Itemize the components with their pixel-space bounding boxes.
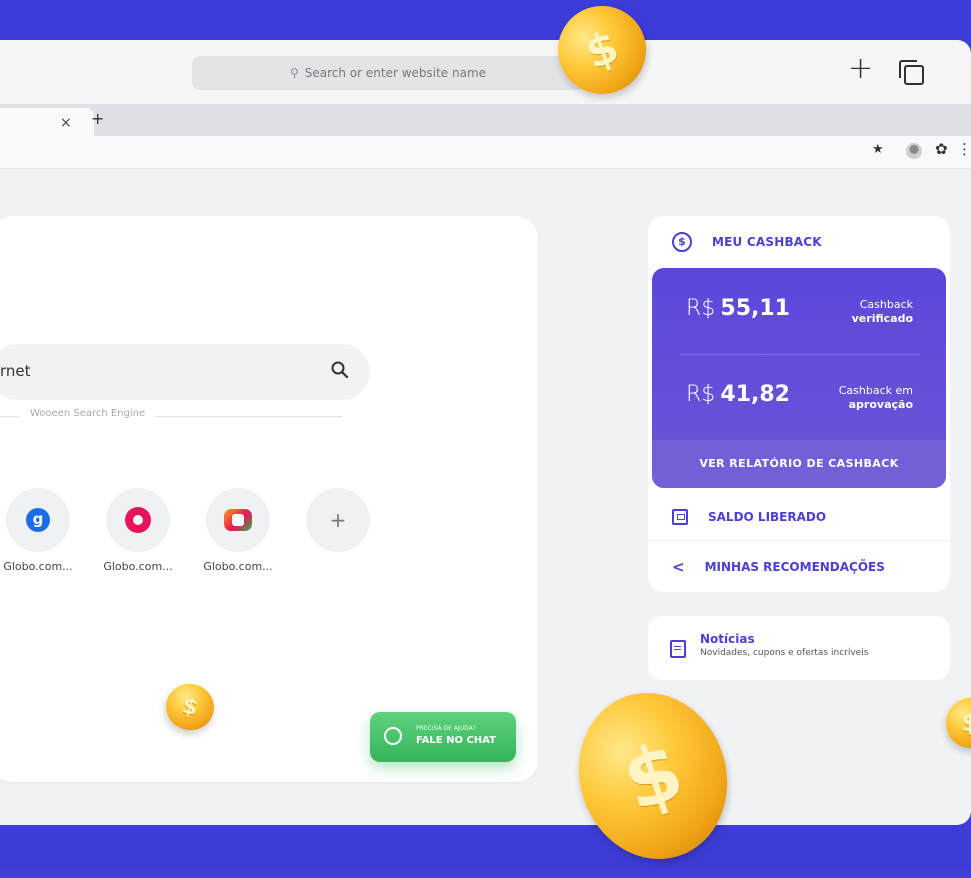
chat-label: FALE NO CHAT [416, 735, 496, 746]
shortcut-circle [206, 488, 270, 552]
chat-button[interactable]: PRECISA DE AJUDA? FALE NO CHAT [370, 712, 516, 762]
tabs-overview-icon[interactable] [899, 60, 924, 85]
cashback-summary: R$ 55,11 Cashback verificado R$ 41,82 Ca… [652, 268, 946, 488]
saldo-label: SALDO LIBERADO [708, 510, 827, 524]
shortcut-tile[interactable]: Globo.com... [98, 488, 178, 573]
menu-dots-icon[interactable]: ⋮ [957, 140, 971, 158]
shortcut-circle: + [306, 488, 370, 552]
shortcut-label: Globo.com... [203, 560, 273, 573]
tab-close-icon[interactable]: × [60, 115, 72, 131]
shortcut-label: Globo.com... [103, 560, 173, 573]
cashback-header[interactable]: $ MEU CASHBACK [672, 232, 822, 252]
shortcut-circle: g [6, 488, 70, 552]
news-subtitle: Novidades, cupons e ofertas incríveis [700, 648, 869, 658]
share-icon: < [672, 558, 685, 576]
row-divider [648, 540, 950, 541]
address-bar[interactable]: ⚲ Search or enter website name [192, 56, 584, 90]
pending-caption: Cashback em aprovação [839, 384, 913, 412]
swirl-logo-icon [125, 507, 151, 533]
currency-symbol: R$ [686, 296, 716, 321]
tv-logo-icon [224, 509, 252, 531]
pending-caption-top: Cashback em [838, 384, 913, 397]
address-placeholder: Search or enter website name [304, 66, 487, 80]
browser-topbar: ‹ › ⚲ Search or enter website name + [0, 40, 971, 105]
new-tab-button[interactable]: + [848, 54, 873, 84]
cashback-card: $ MEU CASHBACK R$ 55,11 Cashback verific… [648, 216, 950, 592]
active-tab[interactable]: × [0, 108, 94, 136]
search-input-text[interactable]: rnet [0, 362, 31, 380]
verified-value: 55,11 [720, 296, 790, 321]
verified-amount: R$ 55,11 [686, 296, 790, 321]
recomendacoes-item[interactable]: < MINHAS RECOMENDAÇÕES [672, 558, 885, 576]
search-icon[interactable] [330, 360, 350, 380]
news-title: Notícias [700, 632, 755, 646]
verified-caption-top: Cashback [859, 298, 913, 311]
search-icon: ⚲ [289, 66, 299, 80]
search-engine-label: Wooeen Search Engine [20, 408, 156, 419]
new-tab-card: rnet Wooeen Search Engine g Globo.com...… [0, 216, 538, 782]
pending-value: 41,82 [720, 382, 790, 407]
add-tab-icon[interactable]: + [91, 109, 104, 128]
currency-symbol: R$ [686, 382, 716, 407]
add-shortcut-button[interactable]: + [298, 488, 378, 552]
dollar-icon: $ [672, 232, 692, 252]
shortcut-tile[interactable]: Globo.com... [198, 488, 278, 573]
add-icon: + [329, 508, 347, 532]
g-logo-icon: g [26, 508, 50, 532]
pending-caption-bottom: aprovação [848, 398, 913, 411]
cashback-title: MEU CASHBACK [712, 235, 822, 249]
chat-help-text: PRECISA DE AJUDA? [416, 725, 476, 732]
browser-toolbar: ★ ✿ ⋮ [0, 136, 971, 169]
saldo-liberado-item[interactable]: SALDO LIBERADO [672, 509, 826, 525]
wallet-icon [672, 509, 688, 525]
verified-caption: Cashback verificado [852, 298, 913, 326]
extension-gear-icon[interactable]: ✿ [935, 140, 948, 158]
cashback-divider [680, 354, 920, 355]
whatsapp-icon [384, 727, 402, 745]
recomendacoes-label: MINHAS RECOMENDAÇÕES [704, 560, 885, 574]
verified-caption-bottom: verificado [851, 312, 913, 325]
news-card[interactable]: Notícias Novidades, cupons e ofertas inc… [648, 616, 950, 680]
shortcut-tile[interactable]: g Globo.com... [0, 488, 78, 573]
shortcut-circle [106, 488, 170, 552]
tab-strip: × + [0, 104, 971, 136]
shortcut-label: Globo.com... [3, 560, 73, 573]
bookmark-star-icon[interactable]: ★ [872, 142, 884, 157]
search-box[interactable]: rnet [0, 344, 370, 400]
background-top [0, 0, 971, 40]
pending-amount: R$ 41,82 [686, 382, 790, 407]
background-bottom [0, 824, 971, 869]
news-icon [670, 640, 686, 658]
report-button[interactable]: VER RELATÓRIO DE CASHBACK [652, 440, 946, 488]
extension-avatar-icon[interactable] [906, 143, 922, 159]
